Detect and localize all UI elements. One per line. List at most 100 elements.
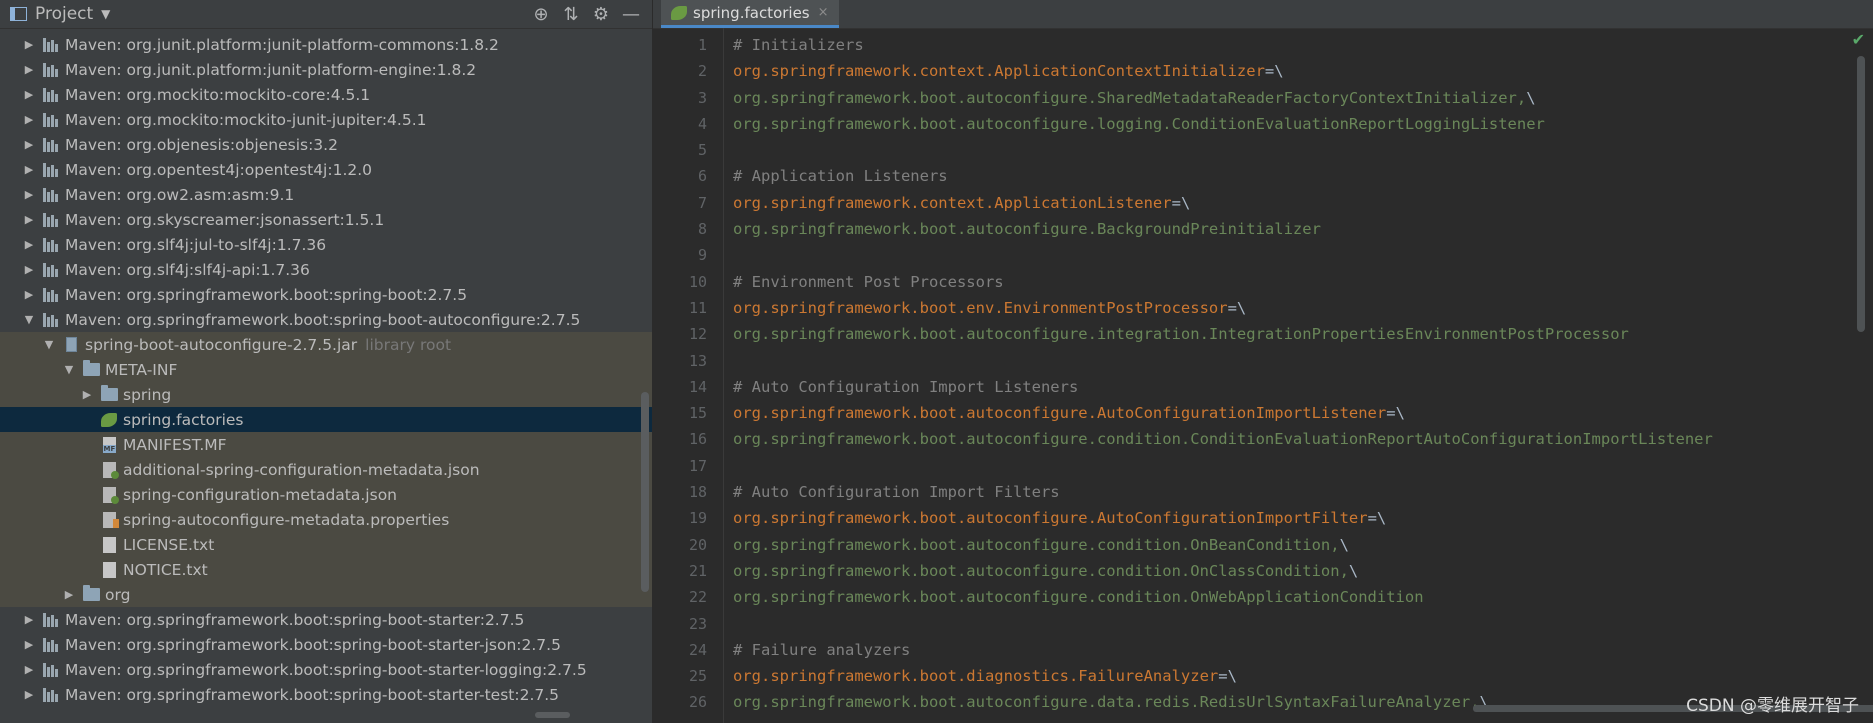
tree-item[interactable]: spring-configuration-metadata.json xyxy=(0,482,652,507)
property-value: org.springframework.boot.autoconfigure.c… xyxy=(733,561,1349,580)
tree-item[interactable]: ▼ META-INF xyxy=(0,357,652,382)
property-value: org.springframework.boot.autoconfigure.l… xyxy=(733,114,1545,133)
tree-item[interactable]: ▶ spring xyxy=(0,382,652,407)
collapsed-arrow-icon[interactable]: ▶ xyxy=(22,213,36,226)
code-line: org.springframework.boot.autoconfigure.l… xyxy=(733,111,1713,137)
collapsed-arrow-icon[interactable]: ▶ xyxy=(22,163,36,176)
tree-item[interactable]: ▶ Maven: org.mockito:mockito-junit-jupite… xyxy=(0,107,652,132)
tree-item[interactable]: ▶ Maven: org.opentest4j:opentest4j:1.2.0 xyxy=(0,157,652,182)
tree-item-label: Maven: org.slf4j:jul-to-slf4j:1.7.36 xyxy=(65,235,327,254)
collapsed-arrow-icon[interactable]: ▶ xyxy=(22,38,36,51)
tree-item-label: spring-boot-autoconfigure-2.7.5.jar xyxy=(85,335,358,354)
library-icon xyxy=(42,262,60,278)
code-line: # Auto Configuration Import Filters xyxy=(733,479,1713,505)
tree-item[interactable]: MANIFEST.MF xyxy=(0,432,652,457)
tree-item[interactable]: additional-spring-configuration-metadata… xyxy=(0,457,652,482)
collapsed-arrow-icon[interactable]: ▶ xyxy=(80,388,94,401)
collapsed-arrow-icon[interactable]: ▶ xyxy=(62,588,76,601)
code-line: org.springframework.boot.autoconfigure.B… xyxy=(733,216,1713,242)
tree-item[interactable]: ▼ spring-boot-autoconfigure-2.7.5.jar libr… xyxy=(0,332,652,357)
property-value: org.springframework.boot.autoconfigure.c… xyxy=(733,430,1713,449)
line-number: 9 xyxy=(697,246,707,265)
collapsed-arrow-icon[interactable]: ▶ xyxy=(22,113,36,126)
collapsed-arrow-icon[interactable]: ▶ xyxy=(22,63,36,76)
code-line: org.springframework.context.ApplicationL… xyxy=(733,190,1713,216)
json-icon xyxy=(100,486,119,504)
inspection-ok-icon[interactable]: ✔ xyxy=(1852,30,1865,49)
tree-item[interactable]: ▶ Maven: org.springframework.boot:spring-… xyxy=(0,607,652,632)
property-value: org.springframework.boot.autoconfigure.B… xyxy=(733,220,1321,239)
hide-panel-icon[interactable]: — xyxy=(616,4,646,25)
folder-icon xyxy=(100,385,118,403)
project-toolbar: Project ▼ ⊕ ⇅ ⚙ — xyxy=(0,0,652,29)
tree-item[interactable]: ▶ Maven: org.slf4j:slf4j-api:1.7.36 xyxy=(0,257,652,282)
tree-item[interactable]: spring.factories xyxy=(0,407,652,432)
tree-item-label: Maven: org.springframework.boot:spring-b… xyxy=(65,610,525,629)
collapsed-arrow-icon[interactable]: ▶ xyxy=(22,188,36,201)
collapsed-arrow-icon[interactable]: ▶ xyxy=(22,238,36,251)
collapsed-arrow-icon[interactable]: ▶ xyxy=(22,663,36,676)
locate-file-icon[interactable]: ⊕ xyxy=(526,4,556,25)
line-continuation: =\ xyxy=(1367,509,1387,528)
collapsed-arrow-icon[interactable]: ▶ xyxy=(22,688,36,701)
spring-factories-icon xyxy=(100,412,118,428)
watermark: CSDN @零维展开智子 xyxy=(1686,696,1859,716)
expanded-arrow-icon[interactable]: ▼ xyxy=(42,338,56,351)
tree-item-label: Maven: org.opentest4j:opentest4j:1.2.0 xyxy=(65,160,373,179)
project-window-icon xyxy=(10,7,27,21)
tree-item[interactable]: ▶ Maven: org.junit.platform:junit-platfor… xyxy=(0,57,652,82)
library-icon xyxy=(42,87,60,103)
tree-item[interactable]: ▶ Maven: org.springframework.boot:spring-… xyxy=(0,282,652,307)
tree-item-label: Maven: org.springframework.boot:spring-b… xyxy=(65,310,581,329)
line-number: 22 xyxy=(688,588,707,607)
library-icon xyxy=(42,37,60,53)
tree-item[interactable]: ▼ Maven: org.springframework.boot:spring-… xyxy=(0,307,652,332)
tree-item[interactable]: ▶ Maven: org.springframework.boot:spring-… xyxy=(0,632,652,657)
property-value: org.springframework.boot.autoconfigure.S… xyxy=(733,88,1527,107)
library-icon xyxy=(42,637,60,653)
line-number: 20 xyxy=(688,535,707,554)
line-number: 26 xyxy=(688,693,707,712)
collapsed-arrow-icon[interactable]: ▶ xyxy=(22,288,36,301)
expanded-arrow-icon[interactable]: ▼ xyxy=(22,313,36,326)
comment-text: # Application Listeners xyxy=(733,167,948,186)
library-icon xyxy=(42,62,60,78)
tree-item[interactable]: ▶ Maven: org.springframework.boot:spring-… xyxy=(0,657,652,682)
code-line: org.springframework.context.ApplicationC… xyxy=(733,58,1713,84)
project-tree: ▶ Maven: org.junit.platform:junit-platfor… xyxy=(0,32,652,707)
collapsed-arrow-icon[interactable]: ▶ xyxy=(22,613,36,626)
collapsed-arrow-icon[interactable]: ▶ xyxy=(22,138,36,151)
gear-icon[interactable]: ⚙ xyxy=(586,4,616,25)
tree-item[interactable]: NOTICE.txt xyxy=(0,557,652,582)
editor-vertical-scrollbar[interactable] xyxy=(1857,56,1865,332)
project-view-selector[interactable]: Project ▼ xyxy=(10,4,110,24)
tree-item-label: spring.factories xyxy=(123,410,244,429)
tree-item[interactable]: ▶ Maven: org.mockito:mockito-core:4.5.1 xyxy=(0,82,652,107)
close-icon[interactable]: × xyxy=(818,5,829,20)
tree-item[interactable]: spring-autoconfigure-metadata.properties xyxy=(0,507,652,532)
tree-vertical-scrollbar[interactable] xyxy=(641,392,649,592)
collapsed-arrow-icon[interactable]: ▶ xyxy=(22,88,36,101)
tree-item[interactable]: ▶ Maven: org.objenesis:objenesis:3.2 xyxy=(0,132,652,157)
tree-item[interactable]: ▶ Maven: org.ow2.asm:asm:9.1 xyxy=(0,182,652,207)
code-line: org.springframework.boot.autoconfigure.S… xyxy=(733,85,1713,111)
tree-item-label: additional-spring-configuration-metadata… xyxy=(123,460,480,479)
tree-item[interactable]: ▶ Maven: org.springframework.boot:spring-… xyxy=(0,682,652,707)
tree-horizontal-scrollbar[interactable] xyxy=(535,712,570,718)
manifest-icon xyxy=(100,436,118,453)
collapsed-arrow-icon[interactable]: ▶ xyxy=(22,638,36,651)
tree-item[interactable]: LICENSE.txt xyxy=(0,532,652,557)
tree-item[interactable]: ▶ org xyxy=(0,582,652,607)
tree-item[interactable]: ▶ Maven: org.junit.platform:junit-platfor… xyxy=(0,32,652,57)
expanded-arrow-icon[interactable]: ▼ xyxy=(62,363,76,376)
editor-area: spring.factories × 1 2 3 4 5 6 7 8 9 10 11 12 13 14 15… xyxy=(653,0,1873,723)
tree-item[interactable]: ▶ Maven: org.skyscreamer:jsonassert:1.5.1 xyxy=(0,207,652,232)
tab-spring-factories[interactable]: spring.factories × xyxy=(661,0,839,28)
tree-item[interactable]: ▶ Maven: org.slf4j:jul-to-slf4j:1.7.36 xyxy=(0,232,652,257)
code-text-area[interactable]: # Initializers org.springframework.contex… xyxy=(733,32,1713,716)
library-icon xyxy=(42,612,60,628)
collapsed-arrow-icon[interactable]: ▶ xyxy=(22,263,36,276)
collapse-all-icon[interactable]: ⇅ xyxy=(556,4,586,25)
